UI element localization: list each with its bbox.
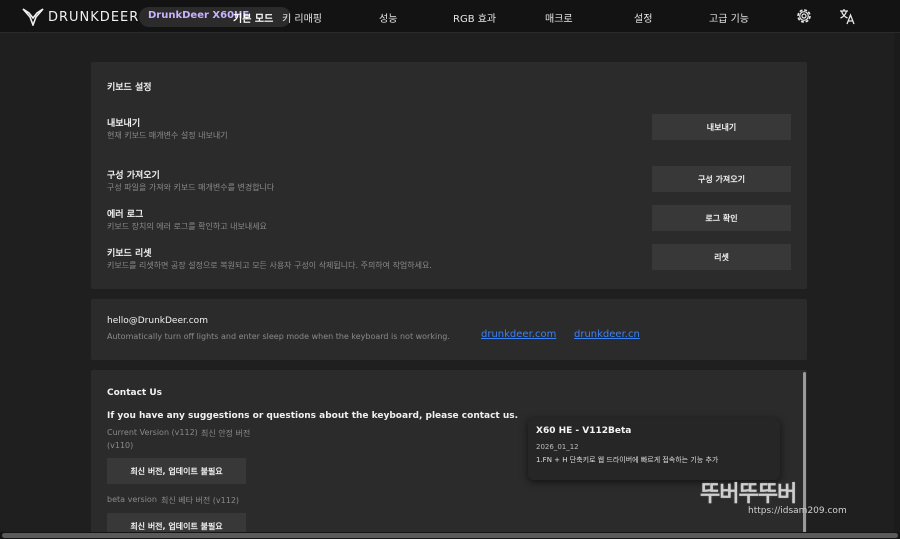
contact-email[interactable]: hello@DrunkDeer.com [107, 316, 208, 326]
error-log-title: 에러 로그 [107, 210, 144, 220]
top-bar: DRUNKDEER DrunkDeer X60HE 기본 모드 키 리매핑 성능… [0, 0, 900, 33]
deer-logo-icon [22, 8, 44, 26]
translate-icon[interactable] [838, 7, 856, 25]
keyboard-reset-title: 키보드 리셋 [107, 249, 152, 259]
nav-macro[interactable]: 매크로 [545, 10, 573, 25]
export-desc: 현재 키보드 매개변수 설정 내보내기 [107, 131, 228, 140]
update-button-stable[interactable]: 최신 버전, 업데이트 불필요 [107, 458, 246, 484]
nav-advanced[interactable]: 고급 기능 [709, 10, 749, 25]
beta-version-label: beta version [107, 495, 157, 504]
export-button[interactable]: 내보내기 [652, 114, 791, 140]
watermark-text: 뚜버뚜뚜버 [700, 482, 797, 507]
brand-logo[interactable]: DRUNKDEER [22, 7, 139, 27]
nav-performance[interactable]: 성능 [379, 10, 397, 25]
nav-rgb-effects[interactable]: RGB 효과 [453, 10, 496, 25]
keyboard-settings-card: 키보드 설정 내보내기 현재 키보드 매개변수 설정 내보내기 내보내기 구성 … [91, 62, 807, 289]
current-version-label: Current Version (v112) [107, 428, 198, 437]
keyboard-settings-title: 키보드 설정 [107, 83, 152, 93]
horizontal-scroll-thumb[interactable] [2, 533, 898, 538]
import-config-desc: 구성 파일을 가져와 키보드 매개변수를 변경합니다 [107, 183, 275, 192]
gear-icon[interactable] [795, 7, 813, 25]
popup-date: 2026_01_12 [536, 443, 579, 451]
watermark: 뚜버뚜뚜버 https://idsam209.com [700, 476, 890, 526]
brand-name: DRUNKDEER [48, 9, 140, 25]
popup-title: X60 HE - V112Beta [536, 426, 632, 436]
contact-email-card: hello@DrunkDeer.com Automatically turn o… [91, 299, 807, 360]
import-config-button[interactable]: 구성 가져오기 [652, 166, 791, 192]
error-log-desc: 키보드 장치의 에러 로그를 확인하고 내보내세요 [107, 222, 267, 231]
current-version-sub: (v110) [107, 441, 134, 450]
nav-basic-mode[interactable]: 기본 모드 [233, 10, 273, 25]
import-config-title: 구성 가져오기 [107, 171, 160, 181]
export-title: 내보내기 [107, 119, 141, 129]
contact-us-title: Contact Us [107, 388, 163, 398]
link-drunkdeer-com[interactable]: drunkdeer.com [481, 329, 556, 340]
popup-text: 1.FN + H 단축키로 웹 드라이버에 빠르게 접속하는 기능 추가 [536, 456, 719, 464]
keyboard-reset-desc: 키보드를 리셋하면 공장 설정으로 복원되고 모든 사용자 구성이 삭제됩니다.… [107, 261, 432, 270]
current-version-note: 최신 안정 버전 [201, 429, 251, 438]
contact-us-subtitle: If you have any suggestions or questions… [107, 411, 519, 421]
link-drunkdeer-cn[interactable]: drunkdeer.cn [574, 329, 640, 340]
beta-version-note: 최신 베타 버전 (v112) [161, 496, 240, 505]
nav-key-remap[interactable]: 키 리매핑 [282, 10, 322, 25]
watermark-url: https://idsam209.com [748, 506, 847, 516]
reset-button[interactable]: 리셋 [652, 244, 791, 270]
page-scroll-track[interactable] [894, 33, 900, 539]
version-popup: X60 HE - V112Beta 2026_01_12 1.FN + H 단축… [528, 418, 780, 480]
contact-email-desc: Automatically turn off lights and enter … [107, 332, 450, 341]
view-log-button[interactable]: 로그 확인 [652, 205, 791, 231]
nav-settings[interactable]: 설정 [634, 10, 652, 25]
